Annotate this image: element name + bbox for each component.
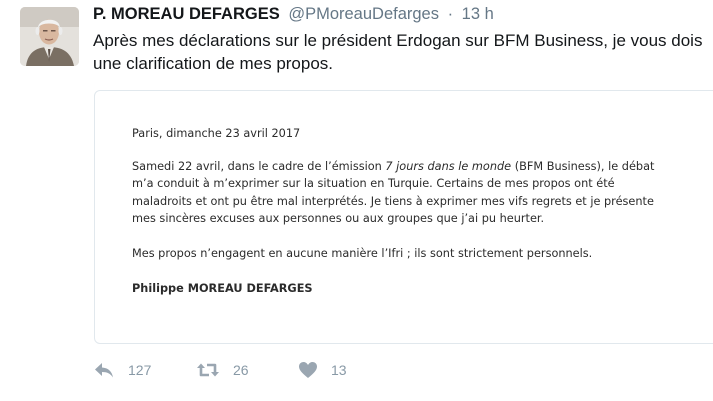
letter-paragraph-1: Samedi 22 avril, dans le cadre de l’émis… [132, 158, 692, 227]
author-handle[interactable]: @PMoreauDefarges [288, 5, 439, 23]
letter-para1-line4: mes sincères excuses aux personnes ou au… [132, 211, 545, 225]
letter-emission-title: 7 jours dans le monde [385, 160, 512, 174]
tweet-text: Après mes déclarations sur le président … [93, 31, 703, 73]
letter-paragraph-2: Mes propos n’engagent en aucune manière … [132, 247, 593, 261]
media-card[interactable]: Paris, dimanche 23 avril 2017 Samedi 22 … [94, 90, 713, 344]
avatar[interactable] [20, 7, 79, 66]
heart-icon [299, 362, 317, 378]
letter-image-text: Paris, dimanche 23 avril 2017 Samedi 22 … [132, 125, 692, 297]
tweet-header: P. MOREAU DEFARGES @PMoreauDefarges · 13… [93, 3, 494, 25]
retweet-button[interactable]: 26 [196, 358, 249, 382]
avatar-photo [20, 7, 79, 66]
separator-dot: · [447, 5, 454, 23]
tweet-actions: 127 26 13 [93, 358, 393, 382]
letter-date-line: Paris, dimanche 23 avril 2017 [132, 127, 301, 140]
retweet-count: 26 [233, 362, 249, 378]
retweet-icon [197, 363, 219, 377]
reply-button[interactable]: 127 [93, 358, 151, 382]
reply-count: 127 [128, 362, 152, 378]
author-display-name[interactable]: P. MOREAU DEFARGES [93, 5, 280, 23]
tweet: P. MOREAU DEFARGES @PMoreauDefarges · 13… [0, 0, 713, 401]
like-button[interactable]: 13 [298, 358, 347, 382]
letter-signature: Philippe MOREAU DEFARGES [132, 282, 313, 296]
like-count: 13 [331, 362, 347, 378]
reply-icon [95, 363, 113, 378]
letter-para1-before: Samedi 22 avril, dans le cadre de l’émis… [132, 160, 386, 174]
letter-para1-line3: maladroits et ont pu être mal interprété… [132, 194, 654, 208]
letter-para1-line2: m’a conduit à m’exprimer sur la situatio… [132, 177, 615, 191]
tweet-timestamp[interactable]: 13 h [462, 5, 494, 23]
letter-para1-line1-tail: (BFM Business), le débat [511, 160, 655, 174]
